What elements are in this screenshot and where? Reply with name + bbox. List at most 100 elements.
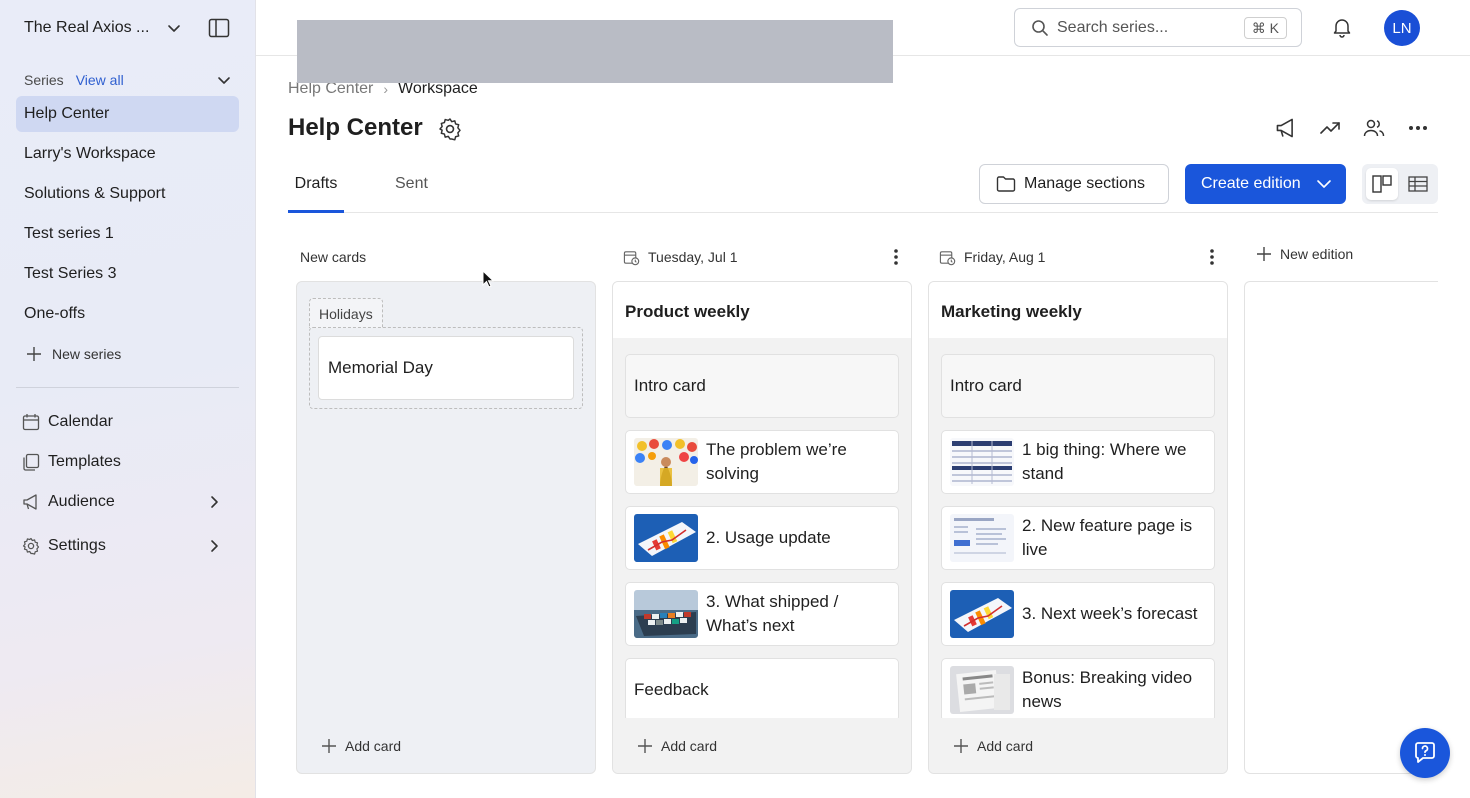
card[interactable]: 2. New feature page is live <box>941 506 1215 570</box>
add-card-button[interactable]: Add card <box>953 738 1033 754</box>
add-card-label: Add card <box>345 738 402 754</box>
sidebar-item-label: Templates <box>48 453 121 470</box>
sidebar-item-label: Test series 1 <box>24 225 114 242</box>
new-series-label: New series <box>52 346 122 362</box>
edition-header: Tuesday, Jul 1 <box>623 246 738 268</box>
trend-icon[interactable] <box>1319 117 1341 139</box>
edition-date: Friday, Aug 1 <box>964 249 1046 265</box>
tab-sent[interactable]: Sent <box>395 168 435 212</box>
card[interactable]: 3. Next week’s forecast <box>941 582 1215 646</box>
plus-icon <box>637 738 661 754</box>
bar-chart-thumbnail <box>634 514 698 562</box>
sidebar-item-audience[interactable]: Audience <box>22 488 232 516</box>
add-card-button[interactable]: Add card <box>637 738 717 754</box>
view-all-link[interactable]: View all <box>76 72 124 88</box>
bell-icon[interactable] <box>1331 16 1353 38</box>
chevron-down-icon[interactable] <box>216 72 232 88</box>
table-sheet-thumbnail <box>950 438 1014 486</box>
sidebar-item-one-offs[interactable]: One-offs <box>16 296 239 332</box>
gear-icon[interactable] <box>438 117 462 141</box>
card[interactable]: Memorial Day <box>318 336 574 400</box>
edition-column: Marketing weekly Intro card 1 big thing:… <box>928 281 1228 774</box>
sidebar-item-solutions-support[interactable]: Solutions & Support <box>16 176 239 212</box>
new-cards-header: New cards <box>300 246 366 268</box>
more-icon[interactable] <box>1407 120 1429 136</box>
sidebar: The Real Axios ... Series View all Help … <box>0 0 256 798</box>
kebab-menu-icon[interactable] <box>1209 248 1215 266</box>
chevron-right-icon: › <box>383 81 389 97</box>
newspaper-thumbnail <box>950 666 1014 714</box>
sidebar-item-label: Larry's Workspace <box>24 145 156 162</box>
chevron-right-icon <box>206 494 222 510</box>
tab-label: Drafts <box>294 175 338 192</box>
card-title: 3. What shipped / What’s next <box>706 592 839 635</box>
sidebar-item-label: Help Center <box>24 105 110 122</box>
card-title: 2. Usage update <box>706 528 831 547</box>
board-view-icon[interactable] <box>1366 168 1398 200</box>
sidebar-item-label: Calendar <box>48 413 113 430</box>
card[interactable]: Intro card <box>941 354 1215 418</box>
card[interactable]: Feedback <box>625 658 899 722</box>
chat-question-icon <box>1412 740 1438 766</box>
card-title: The problem we’re solving <box>706 440 847 483</box>
bar-chart-thumbnail <box>950 590 1014 638</box>
card[interactable]: The problem we’re solving <box>625 430 899 494</box>
search-input[interactable]: Search series... ⌘ K <box>1014 8 1302 47</box>
series-label: Series <box>24 72 64 88</box>
new-series-button[interactable]: New series <box>26 346 121 362</box>
sidebar-item-label: Settings <box>48 537 106 554</box>
users-icon[interactable] <box>1363 117 1385 139</box>
sidebar-item-test-series-1[interactable]: Test series 1 <box>16 216 239 252</box>
sidebar-item-label: Audience <box>48 493 115 510</box>
help-chat-button[interactable] <box>1400 728 1450 778</box>
workspace-switcher[interactable]: The Real Axios ... <box>24 14 240 42</box>
sidebar-item-settings[interactable]: Settings <box>22 532 232 560</box>
card-title: 2. New feature page is live <box>1022 516 1193 559</box>
calendar-clock-icon <box>939 249 964 266</box>
new-cards-column: Holidays Memorial Day Add card <box>296 281 596 774</box>
sidebar-item-templates[interactable]: Templates <box>22 448 232 476</box>
plus-icon <box>953 738 977 754</box>
sidebar-item-calendar[interactable]: Calendar <box>22 408 232 436</box>
kebab-menu-icon[interactable] <box>893 248 899 266</box>
tab-drafts[interactable]: Drafts <box>288 168 344 213</box>
sidebar-item-help-center[interactable]: Help Center <box>16 96 239 132</box>
shortcut-badge: ⌘ K <box>1243 17 1287 39</box>
mouse-cursor-icon <box>482 270 494 288</box>
table-view-icon[interactable] <box>1402 168 1434 200</box>
edition-column: Product weekly Intro card The problem we… <box>612 281 912 774</box>
plus-icon <box>1256 246 1280 262</box>
card[interactable]: 1 big thing: Where we stand <box>941 430 1215 494</box>
avatar[interactable]: LN <box>1384 10 1420 46</box>
chevron-down-icon[interactable] <box>166 20 182 36</box>
sidebar-item-test-series-3[interactable]: Test Series 3 <box>16 256 239 292</box>
redacted-region <box>297 20 893 83</box>
plus-icon <box>321 738 345 754</box>
emoji-collage-thumbnail <box>634 438 698 486</box>
create-edition-button[interactable]: Create edition <box>1185 164 1346 204</box>
edition-title: Product weekly <box>613 282 911 338</box>
workspace-name: The Real Axios ... <box>24 19 150 36</box>
chevron-right-icon <box>206 538 222 554</box>
group-label: Holidays <box>309 298 383 328</box>
cargo-ship-thumbnail <box>634 590 698 638</box>
card[interactable]: 2. Usage update <box>625 506 899 570</box>
search-icon <box>1031 19 1057 37</box>
card-group: Memorial Day <box>309 327 583 409</box>
new-edition-button[interactable]: New edition <box>1256 246 1353 262</box>
add-card-button[interactable]: Add card <box>321 738 401 754</box>
column-header-label: New cards <box>300 249 367 265</box>
templates-icon <box>22 453 42 471</box>
card[interactable]: Bonus: Breaking video news <box>941 658 1215 722</box>
tab-label: Sent <box>395 175 428 192</box>
megaphone-icon[interactable] <box>1275 117 1297 139</box>
card[interactable]: Intro card <box>625 354 899 418</box>
card-title: Intro card <box>950 376 1022 395</box>
calendar-icon <box>22 413 42 431</box>
sidebar-item-larrys-workspace[interactable]: Larry's Workspace <box>16 136 239 172</box>
view-toggle <box>1362 164 1438 204</box>
manage-sections-button[interactable]: Manage sections <box>979 164 1169 204</box>
card[interactable]: 3. What shipped / What’s next <box>625 582 899 646</box>
megaphone-icon <box>22 493 42 511</box>
sidebar-toggle-icon[interactable] <box>208 18 230 38</box>
